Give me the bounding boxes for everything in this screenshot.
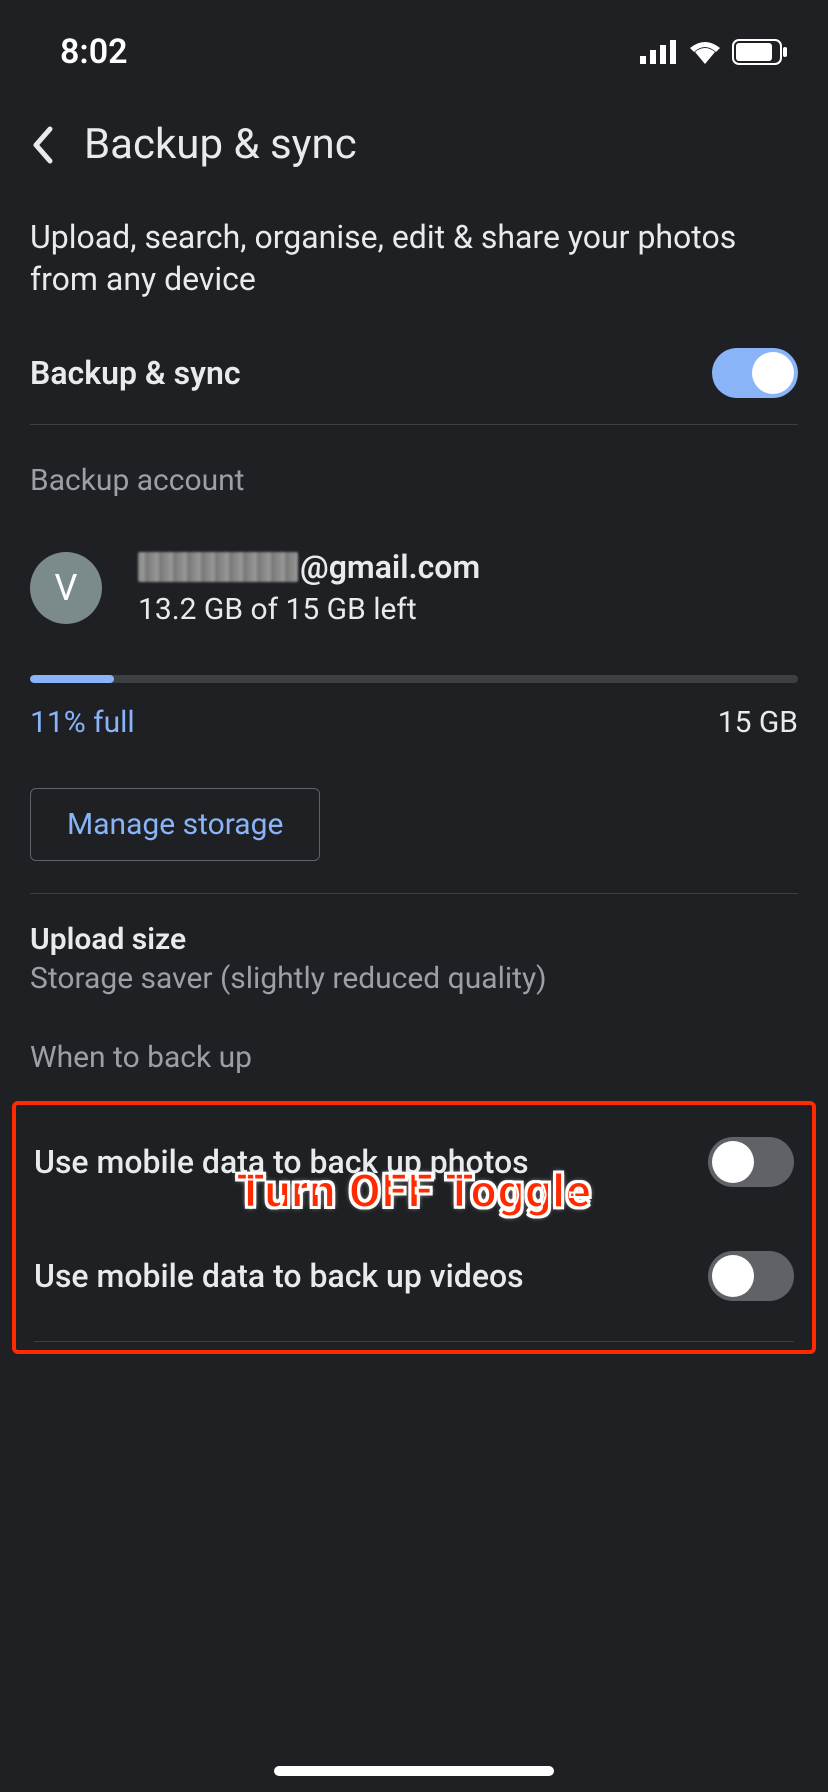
annotation-text: Turn OFF Toggle — [0, 1165, 828, 1219]
wifi-icon — [688, 40, 722, 64]
backup-account-header: Backup account — [30, 433, 798, 508]
home-indicator[interactable] — [274, 1766, 554, 1776]
storage-progress-bar — [30, 675, 798, 683]
divider — [30, 424, 798, 425]
account-info: @gmail.com 13.2 GB of 15 GB left — [138, 548, 480, 627]
annotation-highlight-box: Use mobile data to back up photos Use mo… — [12, 1101, 816, 1354]
account-row[interactable]: V @gmail.com 13.2 GB of 15 GB left — [30, 508, 798, 647]
page-title: Backup & sync — [84, 120, 357, 169]
storage-total: 15 GB — [718, 705, 798, 740]
account-email: @gmail.com — [138, 548, 480, 586]
battery-icon — [732, 39, 788, 65]
avatar-initial: V — [55, 567, 78, 609]
divider — [30, 893, 798, 894]
status-bar: 8:02 — [0, 0, 828, 80]
mobile-data-videos-row: Use mobile data to back up videos — [34, 1219, 794, 1333]
toggle-knob — [752, 352, 794, 394]
back-icon[interactable] — [30, 125, 54, 165]
status-time: 8:02 — [60, 32, 128, 72]
mobile-data-videos-toggle[interactable] — [708, 1251, 794, 1301]
upload-size-row[interactable]: Upload size Storage saver (slightly redu… — [30, 902, 798, 1010]
when-to-back-up-header: When to back up — [30, 1010, 798, 1085]
account-storage-text: 13.2 GB of 15 GB left — [138, 592, 480, 627]
page-description: Upload, search, organise, edit & share y… — [30, 197, 798, 330]
storage-progress-fill — [30, 675, 114, 683]
mobile-data-videos-label: Use mobile data to back up videos — [34, 1257, 524, 1295]
manage-storage-button[interactable]: Manage storage — [30, 788, 320, 861]
backup-sync-row: Backup & sync — [30, 330, 798, 416]
upload-size-title: Upload size — [30, 922, 798, 957]
divider — [34, 1341, 794, 1342]
backup-sync-toggle[interactable] — [712, 348, 798, 398]
status-icons — [640, 39, 788, 65]
email-redacted — [138, 552, 298, 582]
storage-percent: 11% full — [30, 705, 135, 740]
storage-progress-labels: 11% full 15 GB — [30, 697, 798, 770]
toggle-knob — [712, 1255, 754, 1297]
avatar: V — [30, 552, 102, 624]
header: Backup & sync — [0, 80, 828, 197]
email-suffix: @gmail.com — [300, 548, 480, 586]
backup-sync-label: Backup & sync — [30, 354, 241, 392]
upload-size-subtitle: Storage saver (slightly reduced quality) — [30, 961, 798, 996]
cellular-icon — [640, 40, 678, 64]
